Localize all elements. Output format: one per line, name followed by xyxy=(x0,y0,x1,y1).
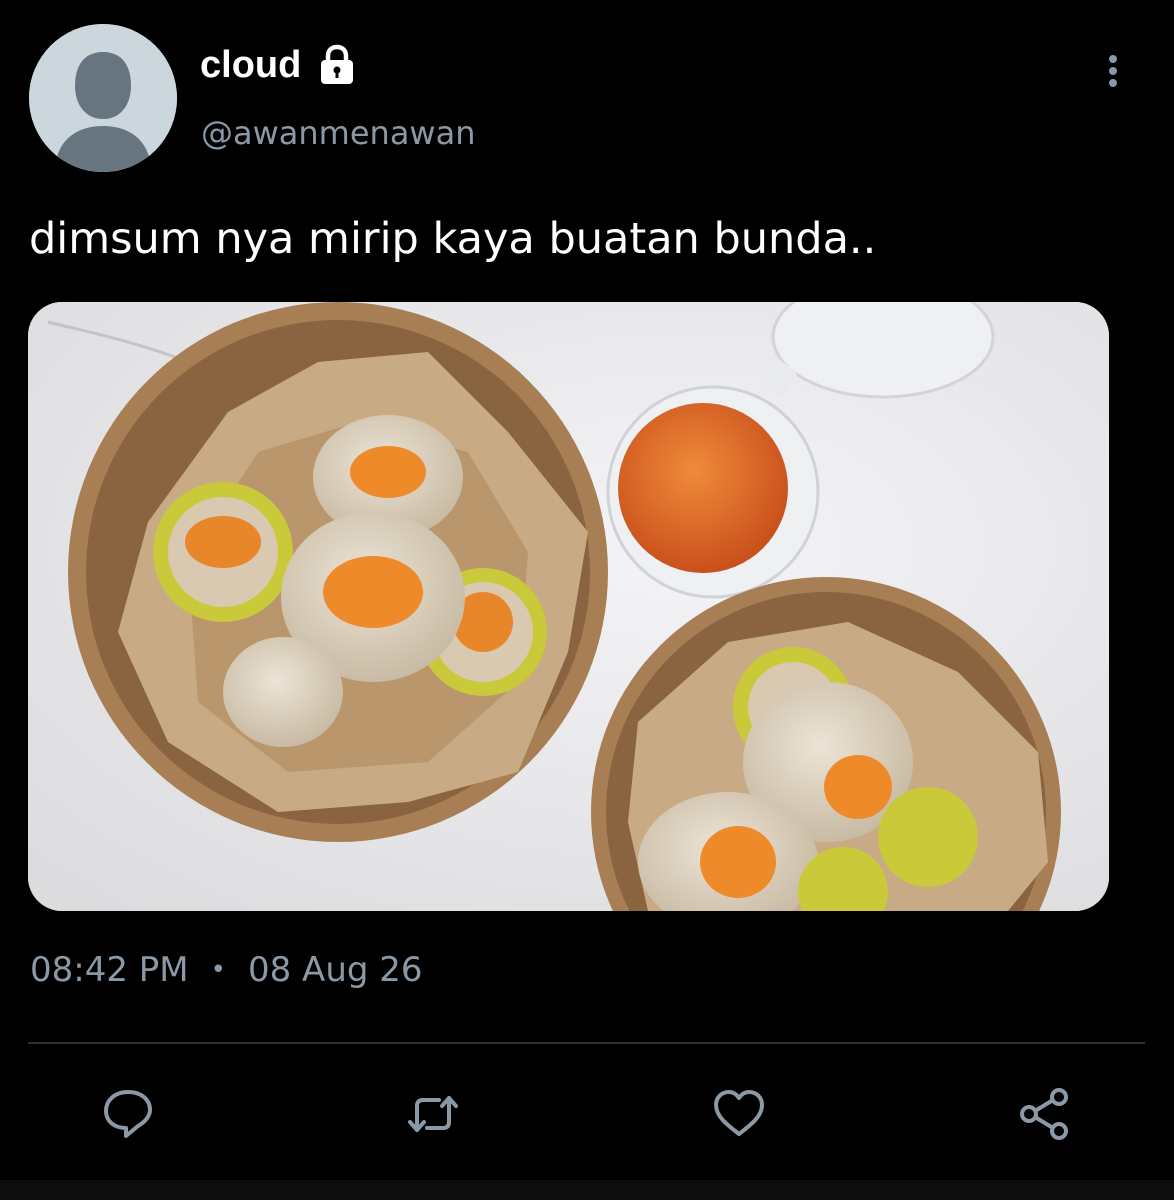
display-name[interactable]: cloud xyxy=(200,40,301,90)
dimsum-photo xyxy=(28,302,1109,911)
speech-bubble-icon xyxy=(104,1090,152,1138)
tweet-time: 08:42 PM xyxy=(30,950,189,990)
reply-button[interactable] xyxy=(98,1084,158,1144)
tweet-date: 08 Aug 26 xyxy=(247,950,423,990)
meta-separator: • xyxy=(210,955,226,985)
tweet-timestamp[interactable]: 08:42 PM • 08 Aug 26 xyxy=(30,945,423,995)
vertical-dots-icon xyxy=(1109,55,1117,87)
avatar[interactable] xyxy=(29,24,177,172)
author-name-row[interactable]: cloud xyxy=(200,40,357,90)
more-options-button[interactable] xyxy=(1092,50,1134,92)
default-avatar-icon xyxy=(29,24,177,172)
divider xyxy=(28,1042,1145,1044)
share-icon xyxy=(1020,1088,1068,1140)
tweet-media-image[interactable] xyxy=(28,302,1109,911)
author-handle[interactable]: @awanmenawan xyxy=(201,110,475,156)
retweet-button[interactable] xyxy=(403,1084,463,1144)
tweet-text: dimsum nya mirip kaya buatan bunda.. xyxy=(29,214,877,264)
bottom-strip xyxy=(0,1180,1174,1200)
like-button[interactable] xyxy=(709,1084,769,1144)
retweet-icon xyxy=(408,1096,458,1132)
lock-icon xyxy=(317,44,357,86)
heart-icon xyxy=(714,1090,764,1136)
share-button[interactable] xyxy=(1015,1084,1075,1144)
